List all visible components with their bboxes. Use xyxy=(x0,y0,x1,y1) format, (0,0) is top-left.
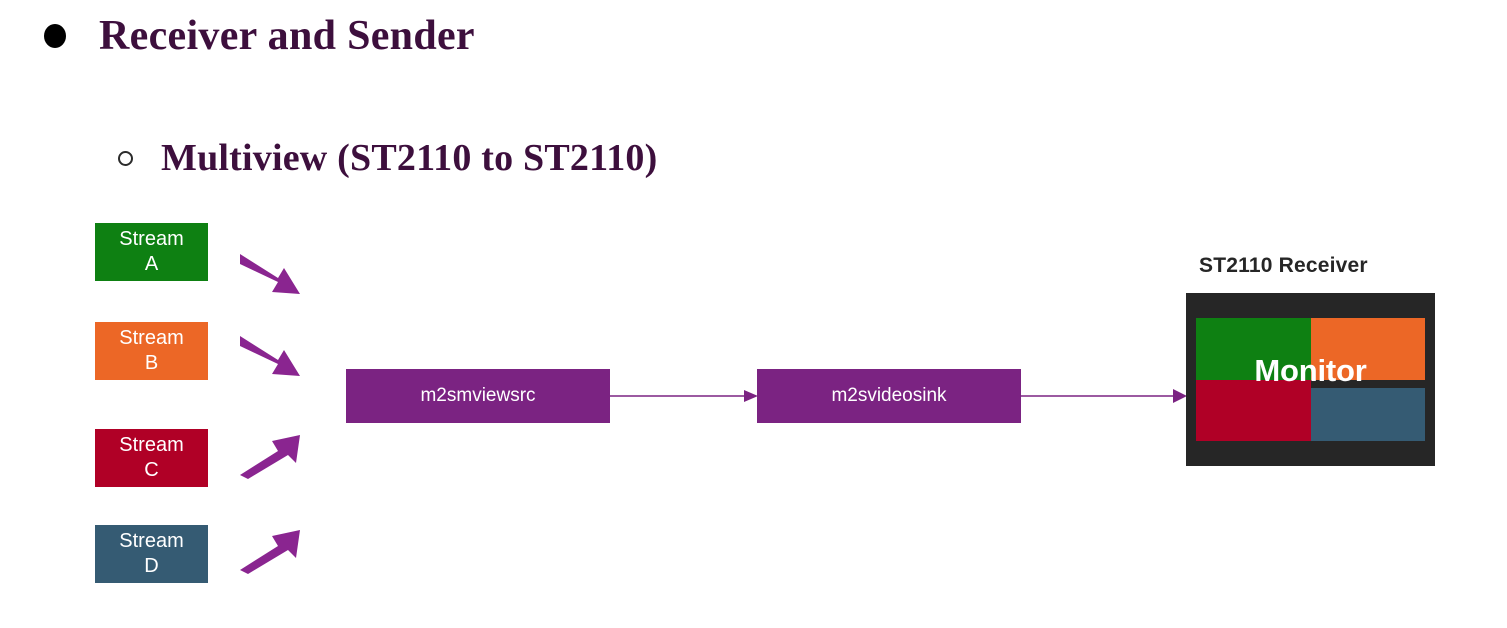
stream-arrow-d-icon xyxy=(240,530,300,574)
pipeline-box-m2smviewsrc-label: m2smviewsrc xyxy=(420,385,536,406)
pipeline-box-m2smviewsrc: m2smviewsrc xyxy=(346,369,610,423)
stream-box-d-line2: D xyxy=(144,555,159,577)
stream-box-a: Stream A xyxy=(95,223,208,281)
stream-box-d: Stream D xyxy=(95,525,208,583)
hollow-circle-bullet-icon xyxy=(118,150,133,166)
connector-arrow-viewsrc-to-videosink-icon xyxy=(610,390,758,402)
monitor-display: Monitor xyxy=(1186,293,1435,466)
outline-level2-label: Multiview (ST2110 to ST2110) xyxy=(161,137,658,179)
stream-box-c-line2: C xyxy=(144,459,159,481)
receiver-title-label: ST2110 Receiver xyxy=(1199,254,1368,277)
stream-box-a-line2: A xyxy=(144,253,159,275)
slide-canvas: Receiver and Sender Multiview (ST2110 to… xyxy=(0,0,1507,628)
pipeline-box-m2svideosink: m2svideosink xyxy=(757,369,1021,423)
stream-arrow-b-icon xyxy=(240,336,300,376)
stream-arrow-a-icon xyxy=(240,254,300,294)
filled-circle-bullet-icon xyxy=(44,24,66,48)
stream-box-b-line1: Stream xyxy=(119,327,184,349)
monitor-quadrant-bottom-left xyxy=(1196,380,1311,441)
stream-box-c-line1: Stream xyxy=(119,434,184,456)
outline-item-level1: Receiver and Sender xyxy=(44,12,475,60)
stream-box-b-line2: B xyxy=(144,352,159,374)
outline-item-level2: Multiview (ST2110 to ST2110) xyxy=(118,136,657,180)
stream-box-d-line1: Stream xyxy=(119,530,184,552)
stream-box-b: Stream B xyxy=(95,322,208,380)
pipeline-box-m2svideosink-label: m2svideosink xyxy=(831,385,947,406)
stream-box-c: Stream C xyxy=(95,429,208,487)
stream-arrow-c-icon xyxy=(240,435,300,479)
stream-box-a-line1: Stream xyxy=(119,228,184,250)
outline-level1-label: Receiver and Sender xyxy=(99,13,475,59)
monitor-caption-label: Monitor xyxy=(1254,353,1367,388)
monitor-quadrant-bottom-right xyxy=(1311,388,1425,441)
connector-arrow-videosink-to-receiver-icon xyxy=(1021,389,1187,403)
